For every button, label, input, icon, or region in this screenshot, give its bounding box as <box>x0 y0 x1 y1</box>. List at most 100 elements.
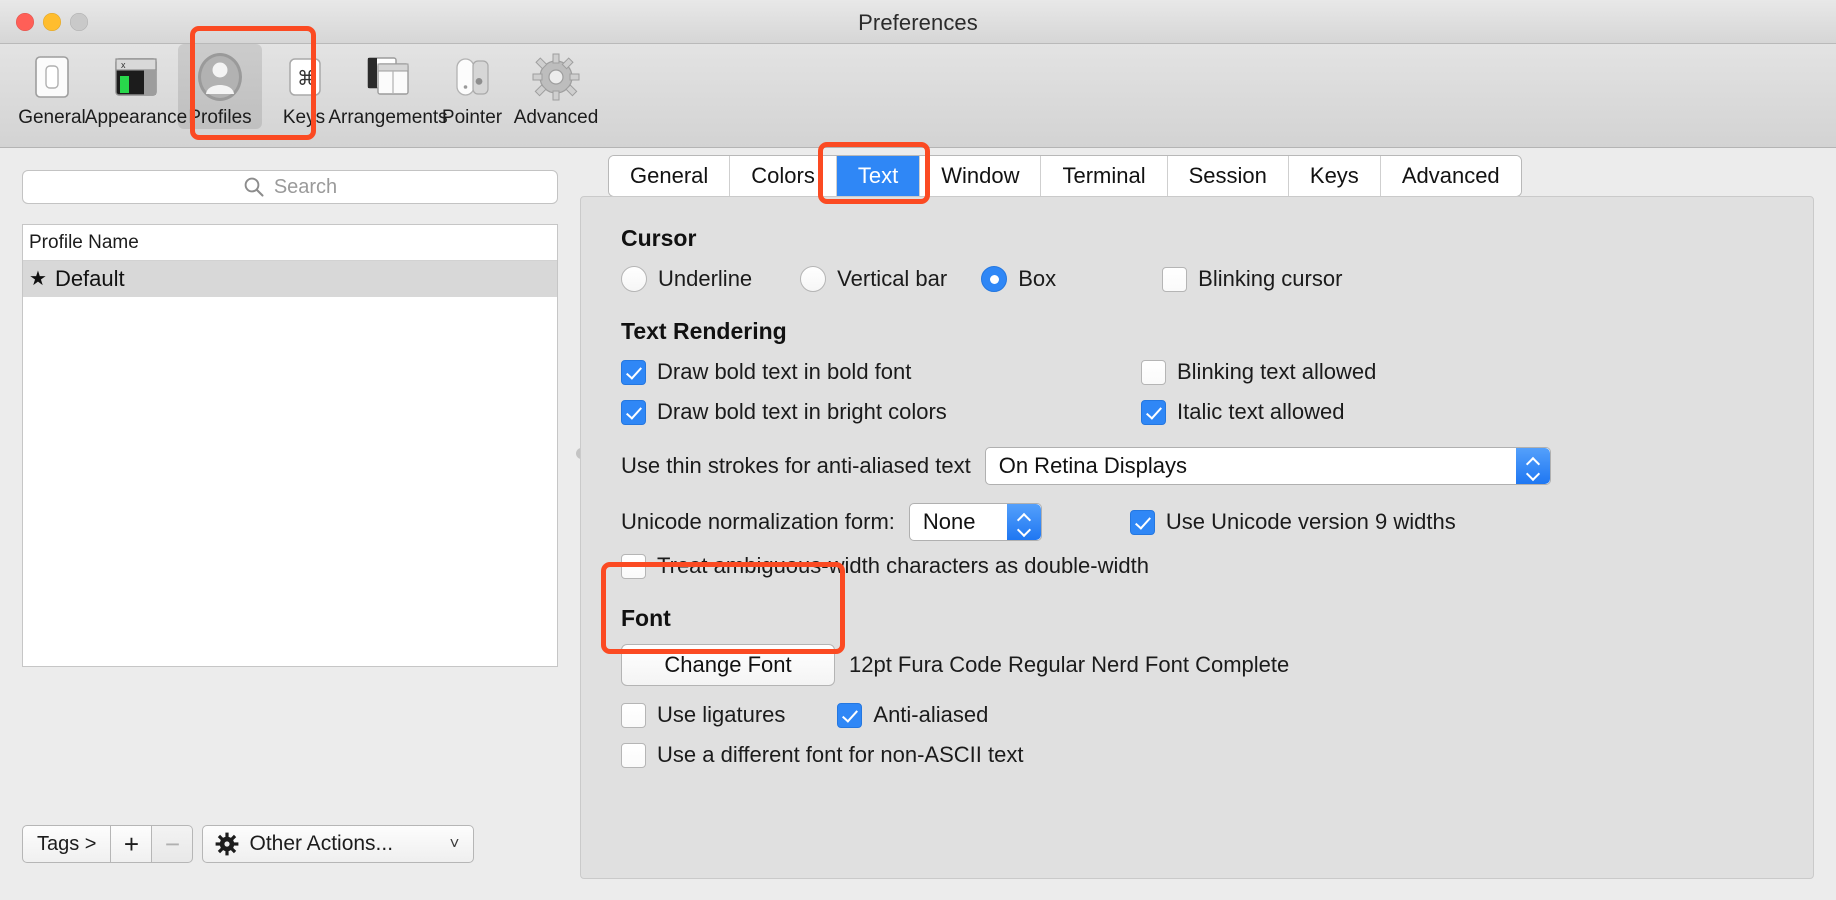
checkbox-bold-in-bold-font-label: Draw bold text in bold font <box>657 359 912 384</box>
thin-strokes-select[interactable]: On Retina Displays <box>984 447 1551 485</box>
arrangements-icon <box>359 48 417 106</box>
tab-advanced[interactable]: Advanced <box>1380 156 1521 196</box>
current-font-label: 12pt Fura Code Regular Nerd Font Complet… <box>849 652 1290 677</box>
row-non-ascii-font: Use a different font for non-ASCII text <box>621 742 1783 768</box>
radio-underline[interactable] <box>621 266 647 292</box>
thin-strokes-stepper-icon[interactable] <box>1515 448 1550 484</box>
radio-underline-label: Underline <box>658 266 753 291</box>
checkbox-use-ligatures-label: Use ligatures <box>657 702 786 727</box>
toolbar-item-general[interactable]: General <box>10 44 94 129</box>
profiles-icon <box>191 48 249 106</box>
text-rendering-col-left: Draw bold text in bold font Draw bold te… <box>621 359 1141 439</box>
tab-colors[interactable]: Colors <box>730 156 837 196</box>
preferences-body: Search Profile Name ★ Default Tags > + − <box>0 148 1836 899</box>
text-rendering-section-title: Text Rendering <box>621 318 787 344</box>
column-header-profile-name: Profile Name <box>29 231 139 253</box>
text-settings-panel: Cursor Underline Vertical bar Box Blinki… <box>580 196 1814 879</box>
checkbox-blinking-text-allowed-label: Blinking text allowed <box>1177 359 1377 384</box>
chevron-up-icon <box>1527 458 1539 465</box>
checkbox-use-ligatures[interactable] <box>621 702 646 728</box>
chevron-up-icon <box>1018 514 1030 521</box>
row-blinking-text: Blinking text allowed <box>1141 359 1661 385</box>
checkbox-italic-text-allowed-label: Italic text allowed <box>1177 399 1345 424</box>
profiles-sidebar: Search Profile Name ★ Default Tags > + − <box>0 148 587 899</box>
search-placeholder: Search <box>273 175 338 198</box>
unicode-normalization-select[interactable]: None <box>908 503 1042 541</box>
profile-tabbar: General Colors Text Window Terminal Sess… <box>608 155 1522 197</box>
tab-text[interactable]: Text <box>836 156 921 196</box>
checkbox-italic-text-allowed[interactable] <box>1141 399 1166 425</box>
search-icon <box>243 176 265 198</box>
default-star-icon: ★ <box>29 268 47 290</box>
toolbar-item-pointer[interactable]: Pointer <box>430 44 514 129</box>
other-actions-button[interactable]: Other Actions... ˅ <box>202 825 475 863</box>
toolbar-item-profiles[interactable]: Profiles <box>178 44 262 129</box>
remove-profile-button[interactable]: − <box>152 825 194 863</box>
row-ligatures-antialiased: Use ligatures Anti-aliased <box>621 702 1783 728</box>
profiles-list-header[interactable]: Profile Name <box>23 225 557 261</box>
search-inner: Search <box>243 176 337 199</box>
search-input[interactable]: Search <box>22 170 558 204</box>
row-font-chooser: Change Font 12pt Fura Code Regular Nerd … <box>621 644 1783 686</box>
cursor-options-row: Underline Vertical bar Box Blinking curs… <box>621 266 1783 292</box>
toolbar-item-advanced[interactable]: Advanced <box>514 44 598 129</box>
tab-session[interactable]: Session <box>1167 156 1289 196</box>
checkbox-unicode-9-widths[interactable] <box>1129 509 1155 535</box>
toolbar-label: Keys <box>282 107 326 128</box>
preferences-toolbar: General x Appearance Profiles ⌘ Keys Arr… <box>0 44 1836 148</box>
row-italic-text: Italic text allowed <box>1141 399 1661 425</box>
chevron-down-icon: ˅ <box>449 834 460 853</box>
unicode-normalization-label: Unicode normalization form: <box>621 509 895 534</box>
checkbox-bold-in-bright-colors[interactable] <box>621 399 646 425</box>
toolbar-label: Advanced <box>513 107 599 128</box>
chevron-down-icon <box>1527 468 1539 475</box>
checkbox-anti-aliased-label: Anti-aliased <box>873 702 989 727</box>
radio-box[interactable] <box>981 266 1008 292</box>
tab-general[interactable]: General <box>609 156 731 196</box>
preferences-window: Preferences General x Appearance Profile… <box>0 0 1836 900</box>
unicode-normalization-stepper-icon[interactable] <box>1006 504 1041 540</box>
thin-strokes-value: On Retina Displays <box>998 453 1188 478</box>
toolbar-item-appearance[interactable]: x Appearance <box>85 44 187 129</box>
toolbar-item-arrangements[interactable]: Arrangements <box>328 44 448 129</box>
change-font-button[interactable]: Change Font <box>621 644 835 686</box>
row-unicode-normalization: Unicode normalization form: None Use Uni… <box>621 503 1783 541</box>
row-ambiguous-width: Treat ambiguous-width characters as doub… <box>621 553 1783 579</box>
checkbox-unicode-9-widths-label: Use Unicode version 9 widths <box>1165 509 1456 534</box>
profiles-list[interactable]: Profile Name ★ Default <box>22 224 558 667</box>
checkbox-anti-aliased[interactable] <box>837 702 863 728</box>
general-icon <box>23 48 81 106</box>
text-rendering-col-right: Blinking text allowed Italic text allowe… <box>1141 359 1661 439</box>
checkbox-blinking-cursor-label: Blinking cursor <box>1198 266 1343 291</box>
tab-keys[interactable]: Keys <box>1288 156 1381 196</box>
profile-settings-pane: General Colors Text Window Terminal Sess… <box>580 148 1836 899</box>
font-section-title: Font <box>621 605 671 631</box>
table-row[interactable]: ★ Default <box>23 261 557 297</box>
checkbox-ambiguous-width-label: Treat ambiguous-width characters as doub… <box>657 553 1149 578</box>
checkbox-non-ascii-font-label: Use a different font for non-ASCII text <box>657 742 1024 767</box>
radio-box-label: Box <box>1018 266 1057 291</box>
row-thin-strokes: Use thin strokes for anti-aliased text O… <box>621 447 1783 485</box>
add-profile-button[interactable]: + <box>111 825 153 863</box>
cursor-section-title: Cursor <box>621 225 697 251</box>
svg-text:x: x <box>121 60 126 70</box>
radio-vertical-bar[interactable] <box>800 266 827 292</box>
profiles-bottom-toolbar: Tags > + − Other Actions... ˅ <box>22 825 475 863</box>
checkbox-blinking-text-allowed[interactable] <box>1141 359 1166 385</box>
thin-strokes-label: Use thin strokes for anti-aliased text <box>621 453 971 478</box>
row-bold-in-bright-colors: Draw bold text in bright colors <box>621 399 1141 425</box>
tab-window[interactable]: Window <box>920 156 1042 196</box>
checkbox-bold-in-bold-font[interactable] <box>621 359 646 385</box>
tab-terminal[interactable]: Terminal <box>1041 156 1168 196</box>
checkbox-ambiguous-width[interactable] <box>621 553 646 579</box>
checkbox-non-ascii-font[interactable] <box>621 742 646 768</box>
chevron-down-icon <box>1018 524 1030 531</box>
window-titlebar: Preferences <box>0 0 1836 44</box>
profile-name-label: Default <box>54 266 125 291</box>
toolbar-label: General <box>18 107 86 128</box>
pointer-icon <box>443 48 501 106</box>
advanced-icon <box>527 48 585 106</box>
tags-button[interactable]: Tags > <box>22 825 112 863</box>
unicode-normalization-value: None <box>922 509 976 534</box>
checkbox-blinking-cursor[interactable] <box>1162 266 1188 292</box>
